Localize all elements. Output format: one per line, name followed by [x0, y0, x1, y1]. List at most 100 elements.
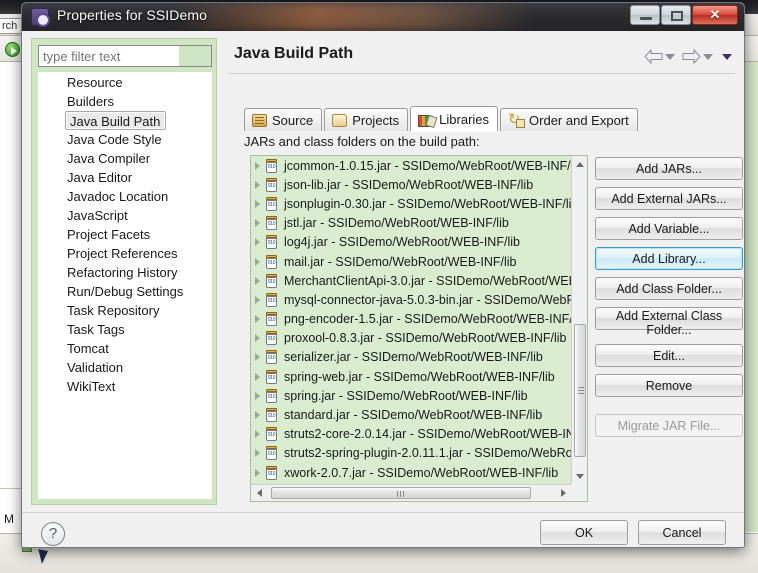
expand-triangle-icon[interactable] — [255, 277, 260, 285]
expand-triangle-icon[interactable] — [255, 430, 260, 438]
ok-button[interactable]: OK — [540, 520, 628, 545]
expand-triangle-icon[interactable] — [255, 296, 260, 304]
list-horizontal-scrollbar[interactable] — [251, 484, 571, 501]
list-item[interactable]: struts2-core-2.0.14.jar - SSIDemo/WebRoo… — [251, 425, 571, 444]
list-item[interactable]: serializer.jar - SSIDemo/WebRoot/WEB-INF… — [251, 348, 571, 367]
list-vertical-scrollbar[interactable] — [571, 156, 587, 484]
list-item[interactable]: spring-web.jar - SSIDemo/WebRoot/WEB-INF… — [251, 367, 571, 386]
help-icon[interactable]: ? — [41, 522, 65, 546]
build-path-list[interactable]: jcommon-1.0.15.jar - SSIDemo/WebRoot/WEB… — [250, 155, 588, 502]
build-path-list-items: jcommon-1.0.15.jar - SSIDemo/WebRoot/WEB… — [251, 156, 571, 484]
search-input[interactable] — [39, 46, 179, 66]
list-item[interactable]: log4j.jar - SSIDemo/WebRoot/WEB-INF/lib — [251, 233, 571, 252]
list-item[interactable]: jsonplugin-0.30.jar - SSIDemo/WebRoot/WE… — [251, 194, 571, 213]
cancel-button[interactable]: Cancel — [638, 520, 726, 545]
scroll-left-button[interactable] — [251, 485, 267, 501]
list-item-label: spring-web.jar - SSIDemo/WebRoot/WEB-INF… — [284, 370, 555, 384]
sidebar-item-javadoc-location[interactable]: Javadoc Location — [39, 187, 211, 206]
list-item[interactable]: mail.jar - SSIDemo/WebRoot/WEB-INF/lib — [251, 252, 571, 271]
list-item[interactable]: struts2-spring-plugin-2.0.11.1.jar - SSI… — [251, 444, 571, 463]
sidebar-item-validation[interactable]: Validation — [39, 358, 211, 377]
expand-triangle-icon[interactable] — [255, 373, 260, 381]
sidebar-item-wikitext[interactable]: WikiText — [39, 377, 211, 396]
scrollbar-corner — [571, 484, 587, 501]
scroll-right-button[interactable] — [555, 485, 571, 501]
close-button[interactable]: ✕ — [692, 5, 738, 25]
expand-triangle-icon[interactable] — [255, 258, 260, 266]
sidebar-item-project-references[interactable]: Project References — [39, 244, 211, 263]
expand-triangle-icon[interactable] — [255, 200, 260, 208]
chevron-left-icon — [257, 489, 262, 497]
sidebar-item-resource[interactable]: Resource — [39, 73, 211, 92]
forward-arrow-icon[interactable] — [682, 49, 701, 64]
add-variable-button[interactable]: Add Variable... — [595, 217, 743, 240]
run-icon[interactable] — [5, 42, 20, 57]
list-item-label: proxool-0.8.3.jar - SSIDemo/WebRoot/WEB-… — [284, 331, 567, 345]
sidebar-item-task-repository[interactable]: Task Repository — [39, 301, 211, 320]
expand-triangle-icon[interactable] — [255, 334, 260, 342]
sidebar-item-javascript[interactable]: JavaScript — [39, 206, 211, 225]
edit-button[interactable]: Edit... — [595, 344, 743, 367]
sidebar-item-run-debug-settings[interactable]: Run/Debug Settings — [39, 282, 211, 301]
back-arrow-icon[interactable] — [644, 49, 663, 64]
remove-button[interactable]: Remove — [595, 374, 743, 397]
back-chevron-down-icon[interactable] — [665, 54, 675, 60]
add-external-jars-button[interactable]: Add External JARs... — [595, 187, 743, 210]
tab-order-and-export[interactable]: Order and Export — [500, 108, 638, 131]
expand-triangle-icon[interactable] — [255, 315, 260, 323]
sidebar-item-builders[interactable]: Builders — [39, 92, 211, 111]
sidebar-item-java-compiler[interactable]: Java Compiler — [39, 149, 211, 168]
sidebar-item-java-build-path[interactable]: Java Build Path — [39, 111, 211, 130]
expand-triangle-icon[interactable] — [255, 181, 260, 189]
sidebar-item-project-facets[interactable]: Project Facets — [39, 225, 211, 244]
list-item[interactable]: jcommon-1.0.15.jar - SSIDemo/WebRoot/WEB… — [251, 156, 571, 175]
add-library-button[interactable]: Add Library... — [595, 247, 743, 270]
list-item[interactable]: json-lib.jar - SSIDemo/WebRoot/WEB-INF/l… — [251, 175, 571, 194]
list-item-label: jcommon-1.0.15.jar - SSIDemo/WebRoot/WEB… — [284, 159, 571, 173]
expand-triangle-icon[interactable] — [255, 238, 260, 246]
list-item-label: spring.jar - SSIDemo/WebRoot/WEB-INF/lib — [284, 389, 528, 403]
sidebar-item-tomcat[interactable]: Tomcat — [39, 339, 211, 358]
expand-triangle-icon[interactable] — [255, 392, 260, 400]
expand-triangle-icon[interactable] — [255, 469, 260, 477]
tab-libraries[interactable]: Libraries — [410, 106, 498, 131]
sidebar-item-task-tags[interactable]: Task Tags — [39, 320, 211, 339]
tab-projects[interactable]: Projects — [324, 108, 408, 131]
settings-tree[interactable]: Resource Builders Java Build Path Java C… — [38, 72, 212, 499]
expand-triangle-icon[interactable] — [255, 219, 260, 227]
expand-triangle-icon[interactable] — [255, 411, 260, 419]
scroll-up-button[interactable] — [572, 156, 588, 172]
jar-icon — [265, 312, 278, 326]
scroll-down-button[interactable] — [572, 468, 588, 484]
filter-field-wrapper — [38, 45, 212, 67]
vertical-scroll-thumb[interactable] — [574, 324, 586, 457]
list-item[interactable]: spring.jar - SSIDemo/WebRoot/WEB-INF/lib — [251, 386, 571, 405]
forward-chevron-down-icon[interactable] — [703, 54, 713, 60]
jar-icon — [265, 370, 278, 384]
expand-triangle-icon[interactable] — [255, 162, 260, 170]
minimize-button[interactable] — [630, 5, 660, 25]
add-class-folder-button[interactable]: Add Class Folder... — [595, 277, 743, 300]
add-external-class-folder-button[interactable]: Add External Class Folder... — [595, 307, 743, 330]
list-item[interactable]: xwork-2.0.7.jar - SSIDemo/WebRoot/WEB-IN… — [251, 463, 571, 482]
expand-triangle-icon[interactable] — [255, 353, 260, 361]
list-item[interactable]: png-encoder-1.5.jar - SSIDemo/WebRoot/WE… — [251, 310, 571, 329]
sidebar-item-java-code-style[interactable]: Java Code Style — [39, 130, 211, 149]
menu-chevron-down-icon[interactable] — [722, 54, 732, 60]
dialog-title-bar[interactable]: Properties for SSIDemo ✕ — [22, 3, 744, 31]
sidebar-item-java-editor[interactable]: Java Editor — [39, 168, 211, 187]
horizontal-scroll-thumb[interactable] — [271, 487, 531, 499]
maximize-button[interactable] — [661, 5, 691, 25]
list-caption: JARs and class folders on the build path… — [244, 134, 480, 149]
jar-icon — [265, 466, 278, 480]
add-jars-button[interactable]: Add JARs... — [595, 157, 743, 180]
list-item[interactable]: MerchantClientApi-3.0.jar - SSIDemo/WebR… — [251, 271, 571, 290]
list-item[interactable]: jstl.jar - SSIDemo/WebRoot/WEB-INF/lib — [251, 214, 571, 233]
tab-source[interactable]: Source — [244, 108, 322, 131]
sidebar-item-refactoring-history[interactable]: Refactoring History — [39, 263, 211, 282]
tab-label: Libraries — [439, 112, 489, 127]
list-item[interactable]: proxool-0.8.3.jar - SSIDemo/WebRoot/WEB-… — [251, 329, 571, 348]
expand-triangle-icon[interactable] — [255, 449, 260, 457]
list-item[interactable]: standard.jar - SSIDemo/WebRoot/WEB-INF/l… — [251, 405, 571, 424]
list-item[interactable]: mysql-connector-java-5.0.3-bin.jar - SSI… — [251, 290, 571, 309]
